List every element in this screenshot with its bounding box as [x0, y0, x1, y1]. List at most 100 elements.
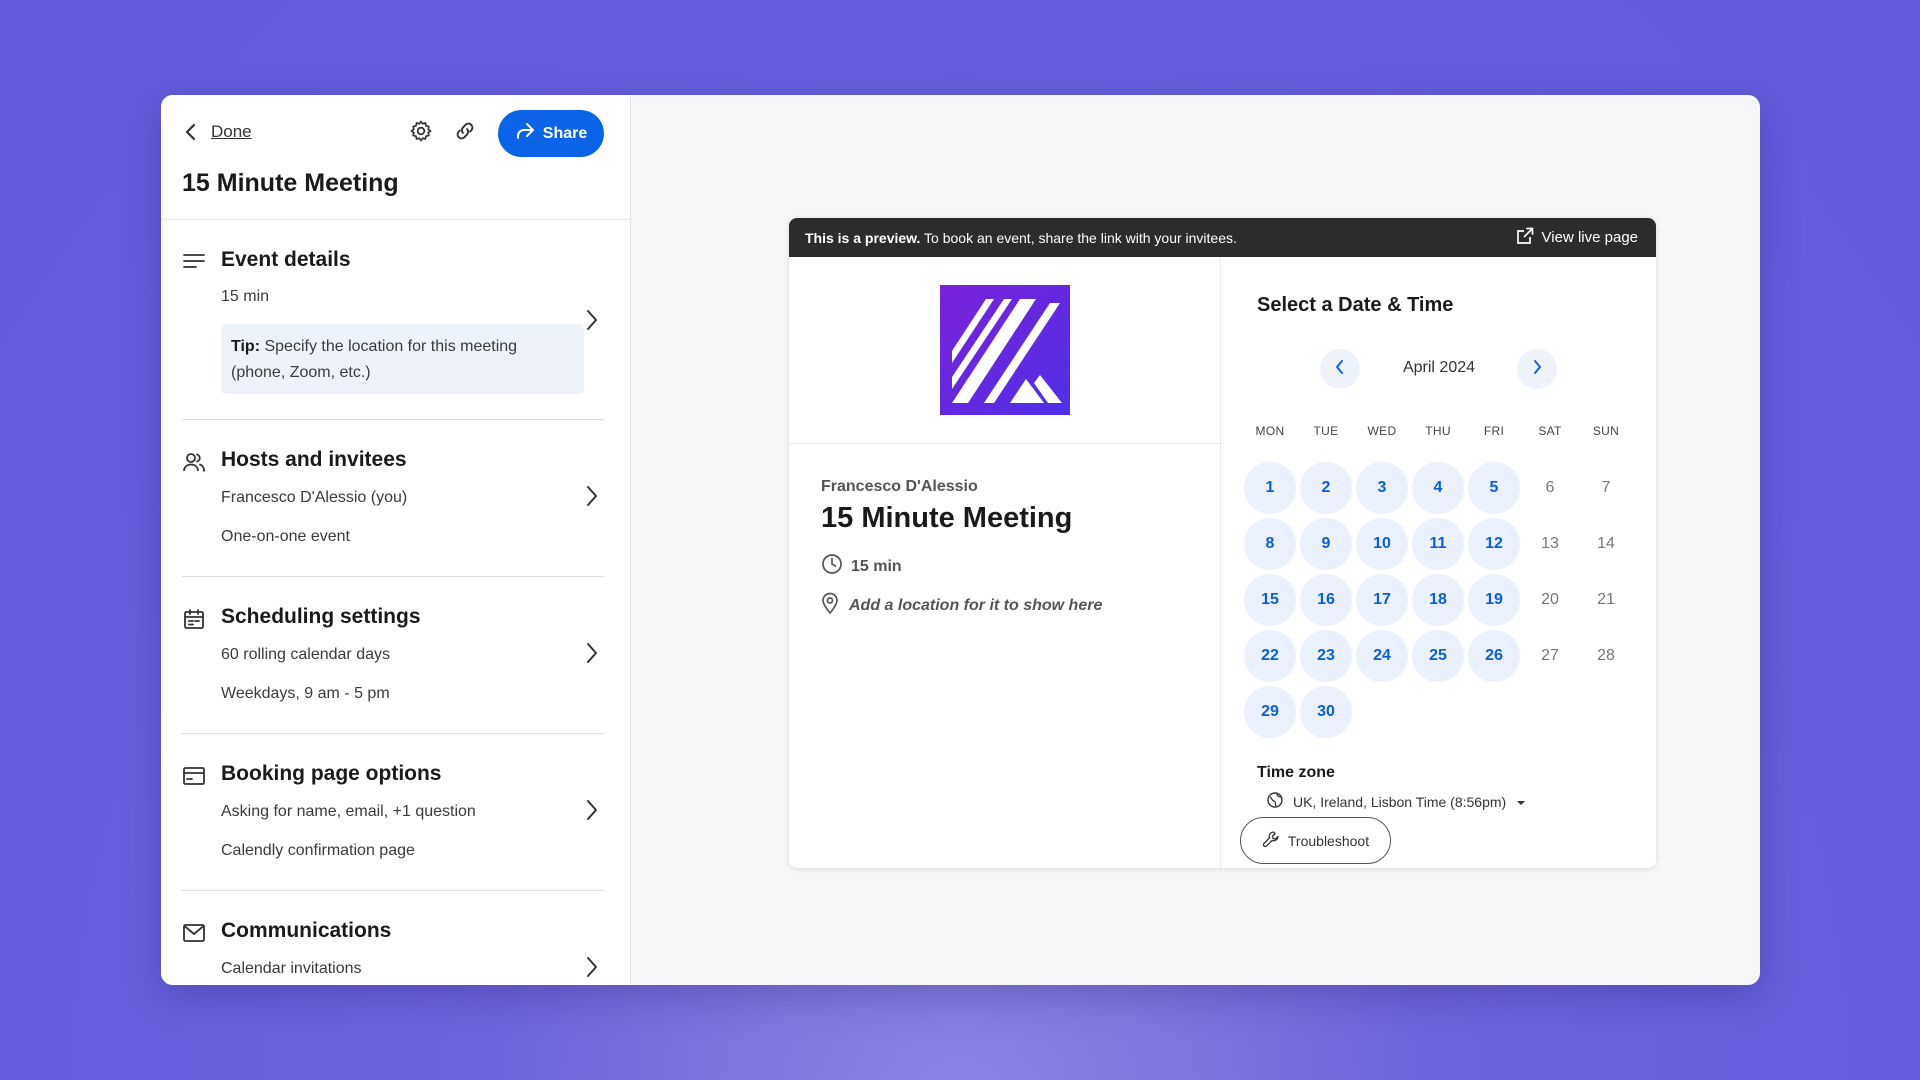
available-date[interactable]: 17	[1356, 574, 1408, 626]
weekday-label: SAT	[1538, 424, 1562, 438]
globe-icon	[1267, 792, 1283, 811]
section-detail: Calendly confirmation page	[221, 842, 415, 859]
weekday-label: WED	[1367, 424, 1397, 438]
weekday-label: TUE	[1313, 424, 1339, 438]
available-date[interactable]: 4	[1412, 462, 1464, 514]
chevron-right-icon[interactable]	[584, 641, 600, 665]
location-hint: Add a location for it to show here	[849, 596, 1103, 614]
section-communications[interactable]: Communications Calendar invitations	[182, 891, 604, 985]
available-date[interactable]: 30	[1300, 686, 1352, 738]
troubleshoot-button[interactable]: Troubleshoot	[1240, 817, 1391, 864]
available-date[interactable]: 25	[1412, 630, 1464, 682]
calendar-title: Select a Date & Time	[1257, 294, 1454, 316]
app-window: Done Share 15 Minute Meeting Event detai…	[161, 95, 1760, 985]
section-detail: Weekdays, 9 am - 5 pm	[221, 685, 390, 702]
weekday-label: SUN	[1592, 424, 1620, 438]
available-date[interactable]: 22	[1244, 630, 1296, 682]
chevron-right-icon[interactable]	[584, 484, 600, 508]
gear-icon	[409, 119, 433, 148]
share-label[interactable]: Share	[543, 125, 587, 143]
weekday-label: MON	[1255, 424, 1285, 438]
link-icon	[453, 119, 477, 148]
available-date[interactable]: 5	[1468, 462, 1520, 514]
section-title: Scheduling settings	[221, 605, 421, 628]
tip-text: Specify the location for this meeting (p…	[231, 338, 518, 381]
section-scheduling-settings[interactable]: Scheduling settings 60 rolling calendar …	[182, 577, 604, 734]
date-time-picker: Select a Date & Time April 2024 MON TUE WE…	[1222, 257, 1656, 868]
view-live-label[interactable]: View live page	[1542, 229, 1638, 246]
share-arrow-icon	[515, 122, 535, 145]
available-date[interactable]: 8	[1244, 518, 1296, 570]
available-date[interactable]: 1	[1244, 462, 1296, 514]
next-month-button[interactable]	[1517, 349, 1557, 389]
preview-banner: This is a preview. To book an event, sha…	[789, 218, 1656, 257]
month-navigation: April 2024	[1222, 349, 1656, 389]
available-date[interactable]: 19	[1468, 574, 1520, 626]
timezone-select[interactable]: UK, Ireland, Lisbon Time (8:56pm)	[1267, 792, 1526, 811]
available-date[interactable]: 26	[1468, 630, 1520, 682]
available-date[interactable]: 23	[1300, 630, 1352, 682]
settings-button[interactable]	[405, 117, 437, 149]
timezone-value[interactable]: UK, Ireland, Lisbon Time (8:56pm)	[1293, 794, 1506, 810]
company-logo	[940, 285, 1070, 415]
event-sidebar: Done Share 15 Minute Meeting Event detai…	[161, 95, 631, 985]
caret-down-icon	[1516, 794, 1526, 810]
share-button[interactable]: Share	[498, 110, 604, 157]
available-date[interactable]: 9	[1300, 518, 1352, 570]
unavailable-date: 20	[1541, 591, 1559, 608]
section-title: Hosts and invitees	[221, 448, 407, 471]
section-detail: 15 min	[221, 288, 270, 305]
available-date[interactable]: 24	[1356, 630, 1408, 682]
available-date[interactable]: 3	[1356, 462, 1408, 514]
card-icon	[182, 764, 206, 788]
section-title: Event details	[221, 248, 351, 271]
available-date[interactable]: 15	[1244, 574, 1296, 626]
chevron-right-icon[interactable]	[584, 955, 600, 979]
available-date[interactable]: 12	[1468, 518, 1520, 570]
weekday-label: FRI	[1483, 424, 1505, 438]
timezone-label: Time zone	[1257, 764, 1335, 781]
view-live-page-link[interactable]: View live page	[1516, 218, 1638, 257]
back-nav[interactable]: Done	[185, 119, 252, 145]
section-detail: One-on-one event	[221, 528, 350, 545]
chevron-left-icon[interactable]	[185, 123, 197, 141]
section-title: Booking page options	[221, 762, 442, 785]
chevron-right-icon[interactable]	[584, 798, 600, 822]
host-name: Francesco D'Alessio	[821, 478, 978, 495]
unavailable-date: 13	[1541, 535, 1559, 552]
section-title: Communications	[221, 919, 392, 942]
unavailable-date: 14	[1597, 535, 1615, 552]
available-date[interactable]: 10	[1356, 518, 1408, 570]
available-date[interactable]: 18	[1412, 574, 1464, 626]
mail-icon	[182, 921, 206, 945]
people-icon	[182, 450, 206, 474]
available-date[interactable]: 16	[1300, 574, 1352, 626]
chevron-right-icon[interactable]	[584, 308, 600, 332]
sidebar-header: Done Share 15 Minute Meeting	[161, 95, 630, 220]
meeting-title: 15 Minute Meeting	[821, 502, 1073, 534]
logo-area	[789, 257, 1220, 444]
location-pin-icon	[821, 592, 839, 619]
location-tip: Tip: Specify the location for this meeti…	[221, 324, 584, 394]
page-title: 15 Minute Meeting	[182, 169, 399, 197]
chevron-right-icon	[1531, 359, 1543, 380]
section-event-details[interactable]: Event details 15 min Tip: Specify the lo…	[182, 220, 604, 420]
copy-link-button[interactable]	[449, 117, 481, 149]
duration-text: 15 min	[851, 557, 902, 575]
lines-icon	[182, 250, 206, 274]
section-hosts-invitees[interactable]: Hosts and invitees Francesco D'Alessio (…	[182, 420, 604, 577]
available-date[interactable]: 2	[1300, 462, 1352, 514]
section-detail: Calendar invitations	[221, 960, 362, 977]
troubleshoot-label[interactable]: Troubleshoot	[1288, 833, 1369, 849]
tip-label: Tip:	[231, 338, 261, 355]
event-info-pane: Francesco D'Alessio 15 Minute Meeting 15…	[789, 257, 1221, 868]
unavailable-date: 27	[1541, 647, 1559, 664]
available-date[interactable]: 29	[1244, 686, 1296, 738]
available-date[interactable]: 11	[1412, 518, 1464, 570]
section-booking-page-options[interactable]: Booking page options Asking for name, em…	[182, 734, 604, 891]
done-link[interactable]: Done	[211, 122, 252, 142]
meeting-duration: 15 min	[821, 553, 902, 580]
external-link-icon	[1516, 227, 1534, 249]
month-label: April 2024	[1402, 359, 1476, 376]
unavailable-date: 6	[1545, 479, 1555, 496]
